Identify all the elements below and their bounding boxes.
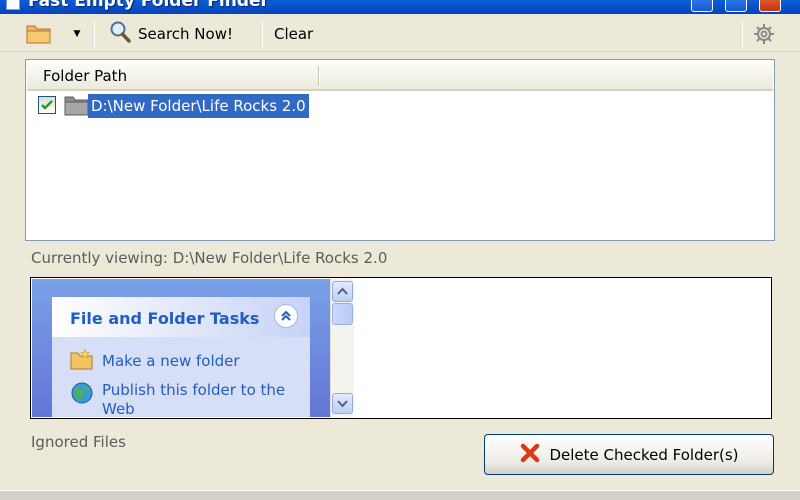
list-header: Folder Path — [27, 61, 773, 91]
task-label: Publish this folder to the Web — [102, 381, 286, 417]
scroll-down-button[interactable] — [332, 393, 353, 414]
task-make-new-folder[interactable]: Make a new folder — [70, 349, 240, 373]
toolbar-separator — [94, 20, 95, 48]
toolbar: ▼ Search Now! Clear — [0, 14, 800, 52]
app-icon — [6, 0, 20, 10]
minimize-button[interactable] — [691, 0, 713, 12]
column-header-folder-path[interactable]: Folder Path — [43, 67, 127, 85]
status-bar — [0, 490, 800, 500]
scroll-thumb[interactable] — [332, 303, 353, 325]
folder-list[interactable]: Folder Path D:\New Folder\Life Rocks 2.0 — [25, 59, 775, 241]
preview-pane[interactable]: File and Folder Tasks Make a new folder — [30, 277, 772, 419]
status-text: Currently viewing: D:\New Folder\Life Ro… — [31, 249, 388, 267]
gear-icon[interactable] — [752, 22, 776, 46]
search-now-button[interactable]: Search Now! — [104, 20, 237, 48]
preview-scrollbar[interactable] — [330, 279, 354, 417]
window-title: Fast Empty Folder Finder — [28, 0, 269, 11]
delete-checked-folders-button[interactable]: Delete Checked Folder(s) — [484, 434, 774, 475]
folder-path-cell: D:\New Folder\Life Rocks 2.0 — [88, 94, 309, 118]
chevron-down-icon[interactable]: ▼ — [64, 25, 90, 43]
explorer-task-pane: File and Folder Tasks Make a new folder — [32, 279, 330, 417]
table-row[interactable]: D:\New Folder\Life Rocks 2.0 — [38, 94, 338, 118]
folder-icon — [64, 94, 90, 116]
magnifier-icon — [108, 20, 132, 48]
row-checkbox[interactable] — [38, 96, 56, 114]
toolbar-separator — [742, 20, 743, 48]
clear-label: Clear — [274, 25, 314, 43]
toolbar-separator — [262, 20, 263, 48]
task-panel-header[interactable]: File and Folder Tasks — [52, 297, 310, 337]
task-publish-to-web[interactable]: Publish this folder to the Web — [70, 381, 290, 417]
collapse-icon[interactable] — [274, 304, 298, 328]
task-label: Make a new folder — [102, 352, 240, 370]
search-now-label: Search Now! — [138, 25, 233, 43]
delete-button-label: Delete Checked Folder(s) — [549, 445, 739, 464]
task-panel: File and Folder Tasks Make a new folder — [52, 297, 310, 417]
ignored-files-label: Ignored Files — [31, 433, 126, 451]
folder-icon[interactable] — [26, 21, 52, 45]
column-separator[interactable] — [318, 66, 320, 86]
clear-button[interactable]: Clear — [270, 20, 317, 48]
new-folder-icon — [70, 348, 94, 374]
red-x-icon — [519, 442, 541, 468]
scroll-up-button[interactable] — [332, 281, 353, 302]
close-button[interactable] — [759, 0, 781, 12]
task-panel-title: File and Folder Tasks — [70, 309, 260, 328]
maximize-button[interactable] — [725, 0, 747, 12]
title-bar: Fast Empty Folder Finder — [0, 0, 800, 14]
globe-icon — [70, 381, 94, 410]
